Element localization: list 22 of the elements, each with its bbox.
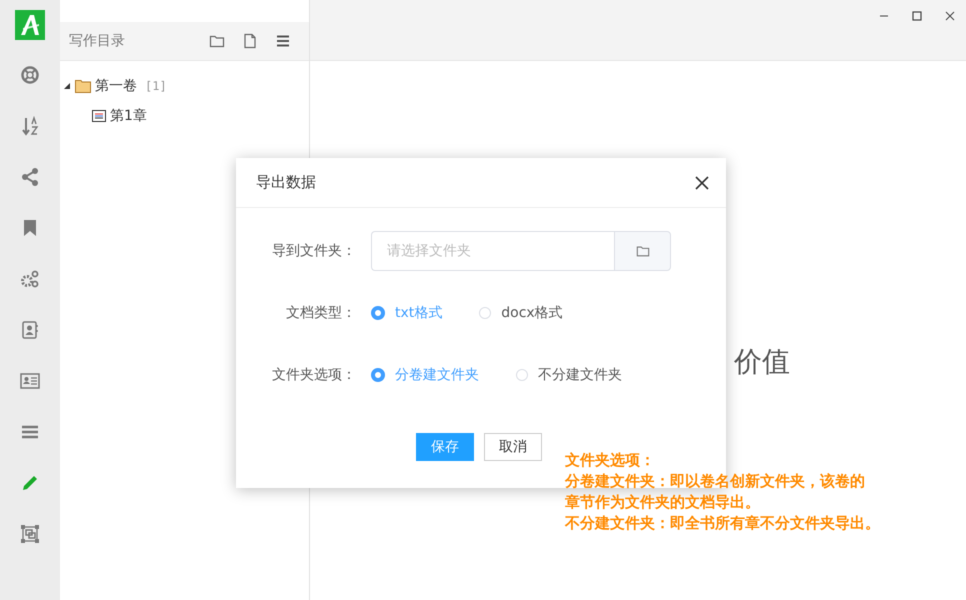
field-label: 文件夹选项：	[271, 366, 356, 384]
folder-input-field[interactable]: 请选择文件夹	[371, 231, 614, 271]
background-text: 价值	[734, 345, 790, 378]
close-icon[interactable]	[695, 176, 709, 190]
document-icon	[92, 110, 106, 122]
folder-icon	[75, 79, 91, 93]
folder-icon	[636, 244, 650, 258]
chapter-item[interactable]: 第1章	[110, 107, 147, 125]
volume-item[interactable]: 第一卷	[95, 77, 137, 95]
radio-button[interactable]	[371, 306, 385, 320]
dialog-title: 导出数据	[256, 173, 316, 192]
radio-label[interactable]: 不分建文件夹	[538, 366, 622, 384]
app-logo	[15, 10, 45, 40]
cancel-button[interactable]: 取消	[484, 433, 542, 461]
expanded-arrow-icon[interactable]	[63, 82, 71, 90]
chapter-count: [1]	[145, 79, 167, 93]
outline-title: 写作目录	[69, 32, 126, 50]
field-label: 文档类型：	[285, 304, 356, 322]
annotation-text: 文件夹选项： 分卷建文件夹：即以卷名创新文件夹，该卷的 章节作为文件夹的文档导出。 不分建文件夹：即全书所有章不分文件夹导出。	[565, 450, 880, 534]
radio-button[interactable]	[371, 368, 385, 382]
radio-label[interactable]: docx格式	[501, 304, 563, 322]
field-label: 导到文件夹：	[271, 242, 356, 260]
